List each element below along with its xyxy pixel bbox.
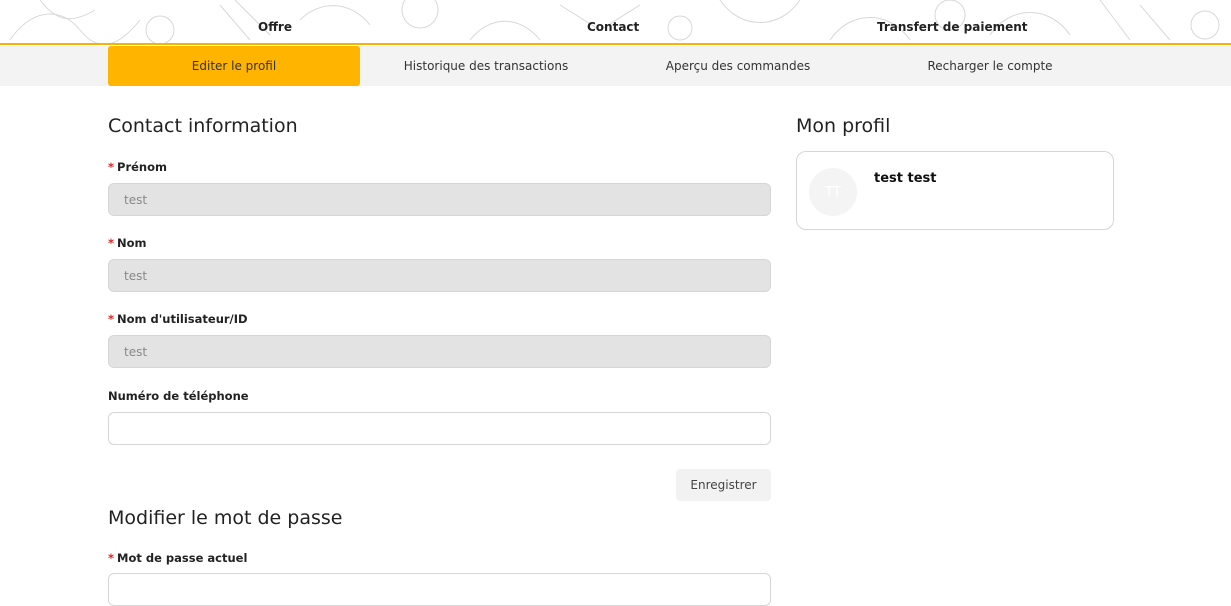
profile-title: Mon profil bbox=[796, 115, 891, 137]
nom-label: * Nom bbox=[108, 236, 147, 250]
username-field[interactable]: test bbox=[108, 335, 771, 368]
nav-link-transfert-paiement[interactable]: Transfert de paiement bbox=[877, 20, 1028, 34]
tab-recharger-compte[interactable]: Recharger le compte bbox=[864, 46, 1116, 86]
field-value: test bbox=[124, 344, 148, 359]
prenom-label: * Prénom bbox=[108, 160, 167, 174]
telephone-field[interactable] bbox=[108, 412, 771, 445]
tab-historique-transactions[interactable]: Historique des transactions bbox=[360, 46, 612, 86]
label-text: Nom bbox=[117, 236, 147, 250]
field-value: test bbox=[124, 268, 148, 283]
prenom-field[interactable]: test bbox=[108, 183, 771, 216]
avatar: TT bbox=[809, 168, 857, 216]
current-password-label: * Mot de passe actuel bbox=[108, 551, 248, 565]
tab-label: Historique des transactions bbox=[403, 59, 569, 73]
nom-field[interactable]: test bbox=[108, 259, 771, 292]
change-password-title: Modifier le mot de passe bbox=[108, 507, 343, 529]
label-text: Nom d'utilisateur/ID bbox=[117, 312, 248, 326]
profile-tabs: Editer le profil Historique des transact… bbox=[0, 46, 1231, 86]
field-value: test bbox=[124, 192, 148, 207]
label-text: Prénom bbox=[117, 160, 167, 174]
nav-link-contact[interactable]: Contact bbox=[587, 20, 639, 34]
nav-link-offre[interactable]: Offre bbox=[258, 20, 292, 34]
profile-card: TT test test bbox=[796, 151, 1114, 230]
save-button[interactable]: Enregistrer bbox=[676, 469, 771, 501]
top-navigation: Offre Contact Transfert de paiement bbox=[0, 0, 1231, 45]
current-password-field[interactable] bbox=[108, 573, 771, 606]
label-text: Numéro de téléphone bbox=[108, 389, 249, 403]
tab-apercu-commandes[interactable]: Aperçu des commandes bbox=[612, 46, 864, 86]
username-label: * Nom d'utilisateur/ID bbox=[108, 312, 248, 326]
contact-info-title: Contact information bbox=[108, 115, 298, 137]
tab-editer-profil[interactable]: Editer le profil bbox=[108, 46, 360, 86]
profile-name: test test bbox=[874, 171, 937, 186]
tab-label: Aperçu des commandes bbox=[665, 59, 811, 73]
tab-label: Editer le profil bbox=[191, 59, 277, 73]
tab-label: Recharger le compte bbox=[927, 59, 1053, 73]
label-text: Mot de passe actuel bbox=[117, 551, 248, 565]
telephone-label: Numéro de téléphone bbox=[108, 389, 249, 403]
